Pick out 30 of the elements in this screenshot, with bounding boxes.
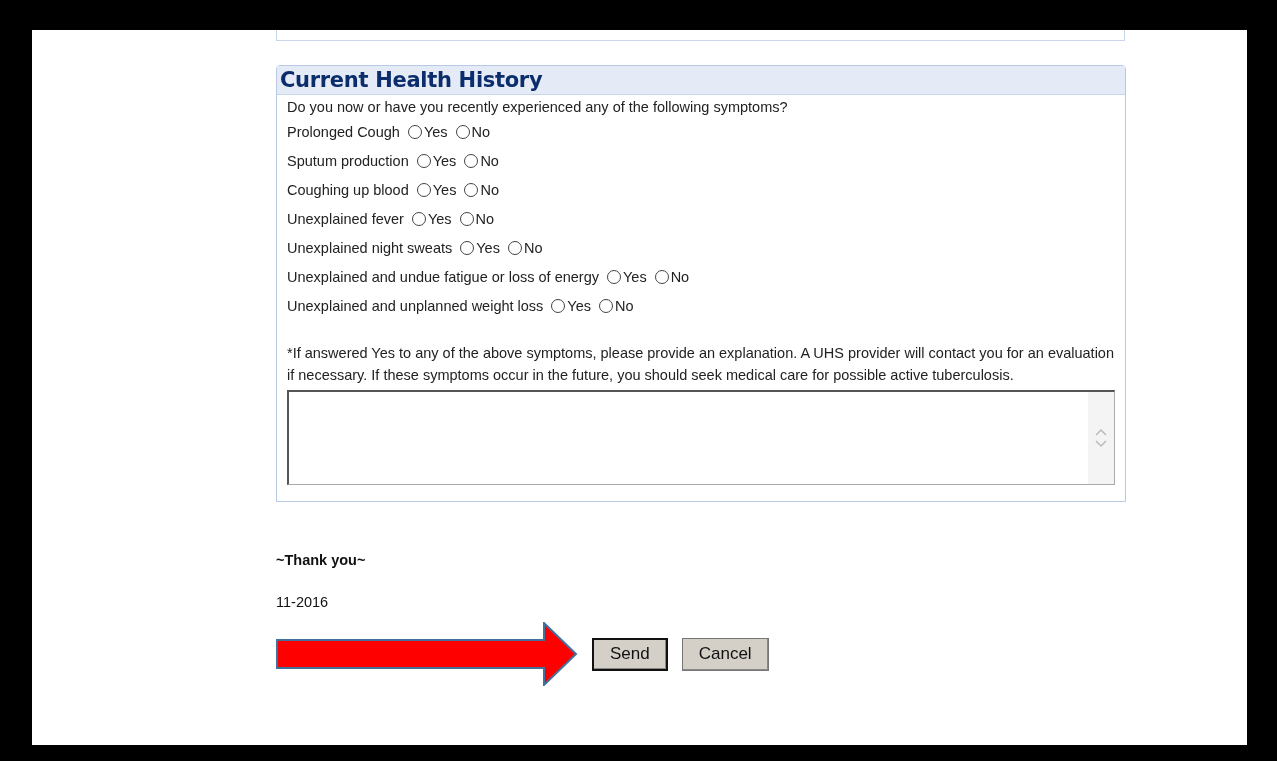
symptom-label: Prolonged Cough [287,123,400,140]
symptom-label: Sputum production [287,152,409,169]
version-date: 11-2016 [276,594,330,610]
symptom-label: Unexplained and undue fatigue or loss of energy [287,268,599,285]
thank-you-text: ~Thank you~ [276,552,367,568]
panel-title: Current Health History [280,68,543,92]
symptom-label: Unexplained night sweats [287,239,453,256]
question-prompt: Do you now or have you recently experienced any of the following symptoms? [287,98,789,117]
option-label: Yes [423,123,448,140]
symptom-label: Unexplained and unplanned weight loss [287,297,544,314]
option-label: No [480,152,499,169]
option-label: Yes [432,181,457,198]
option-label: No [615,297,634,314]
symptom-label: Coughing up blood [287,181,409,198]
option-label: Yes [623,268,647,285]
arrow-icon [276,622,578,686]
option-label: No [475,210,495,227]
option-label: Yes [476,239,500,256]
option-label: No [471,123,491,140]
option-label: No [480,181,499,198]
option-label: Yes [432,152,457,169]
option-label: No [523,239,543,256]
explanation-note: *If answered Yes to any of the above symptoms, please provide an explanation. A UHS provider will contact you for an evaluation if necessary. If these symptoms occur in the future, you should seek medical care for possible active tuberculosis. [287,344,1115,385]
send-button[interactable]: Send [592,637,668,671]
option-label: Yes [427,210,452,227]
option-label: Yes [567,297,591,314]
explanation-field[interactable] [287,390,1115,485]
cancel-button[interactable]: Cancel [681,637,769,671]
option-label: No [670,268,690,285]
symptom-label: Unexplained fever [287,210,404,227]
